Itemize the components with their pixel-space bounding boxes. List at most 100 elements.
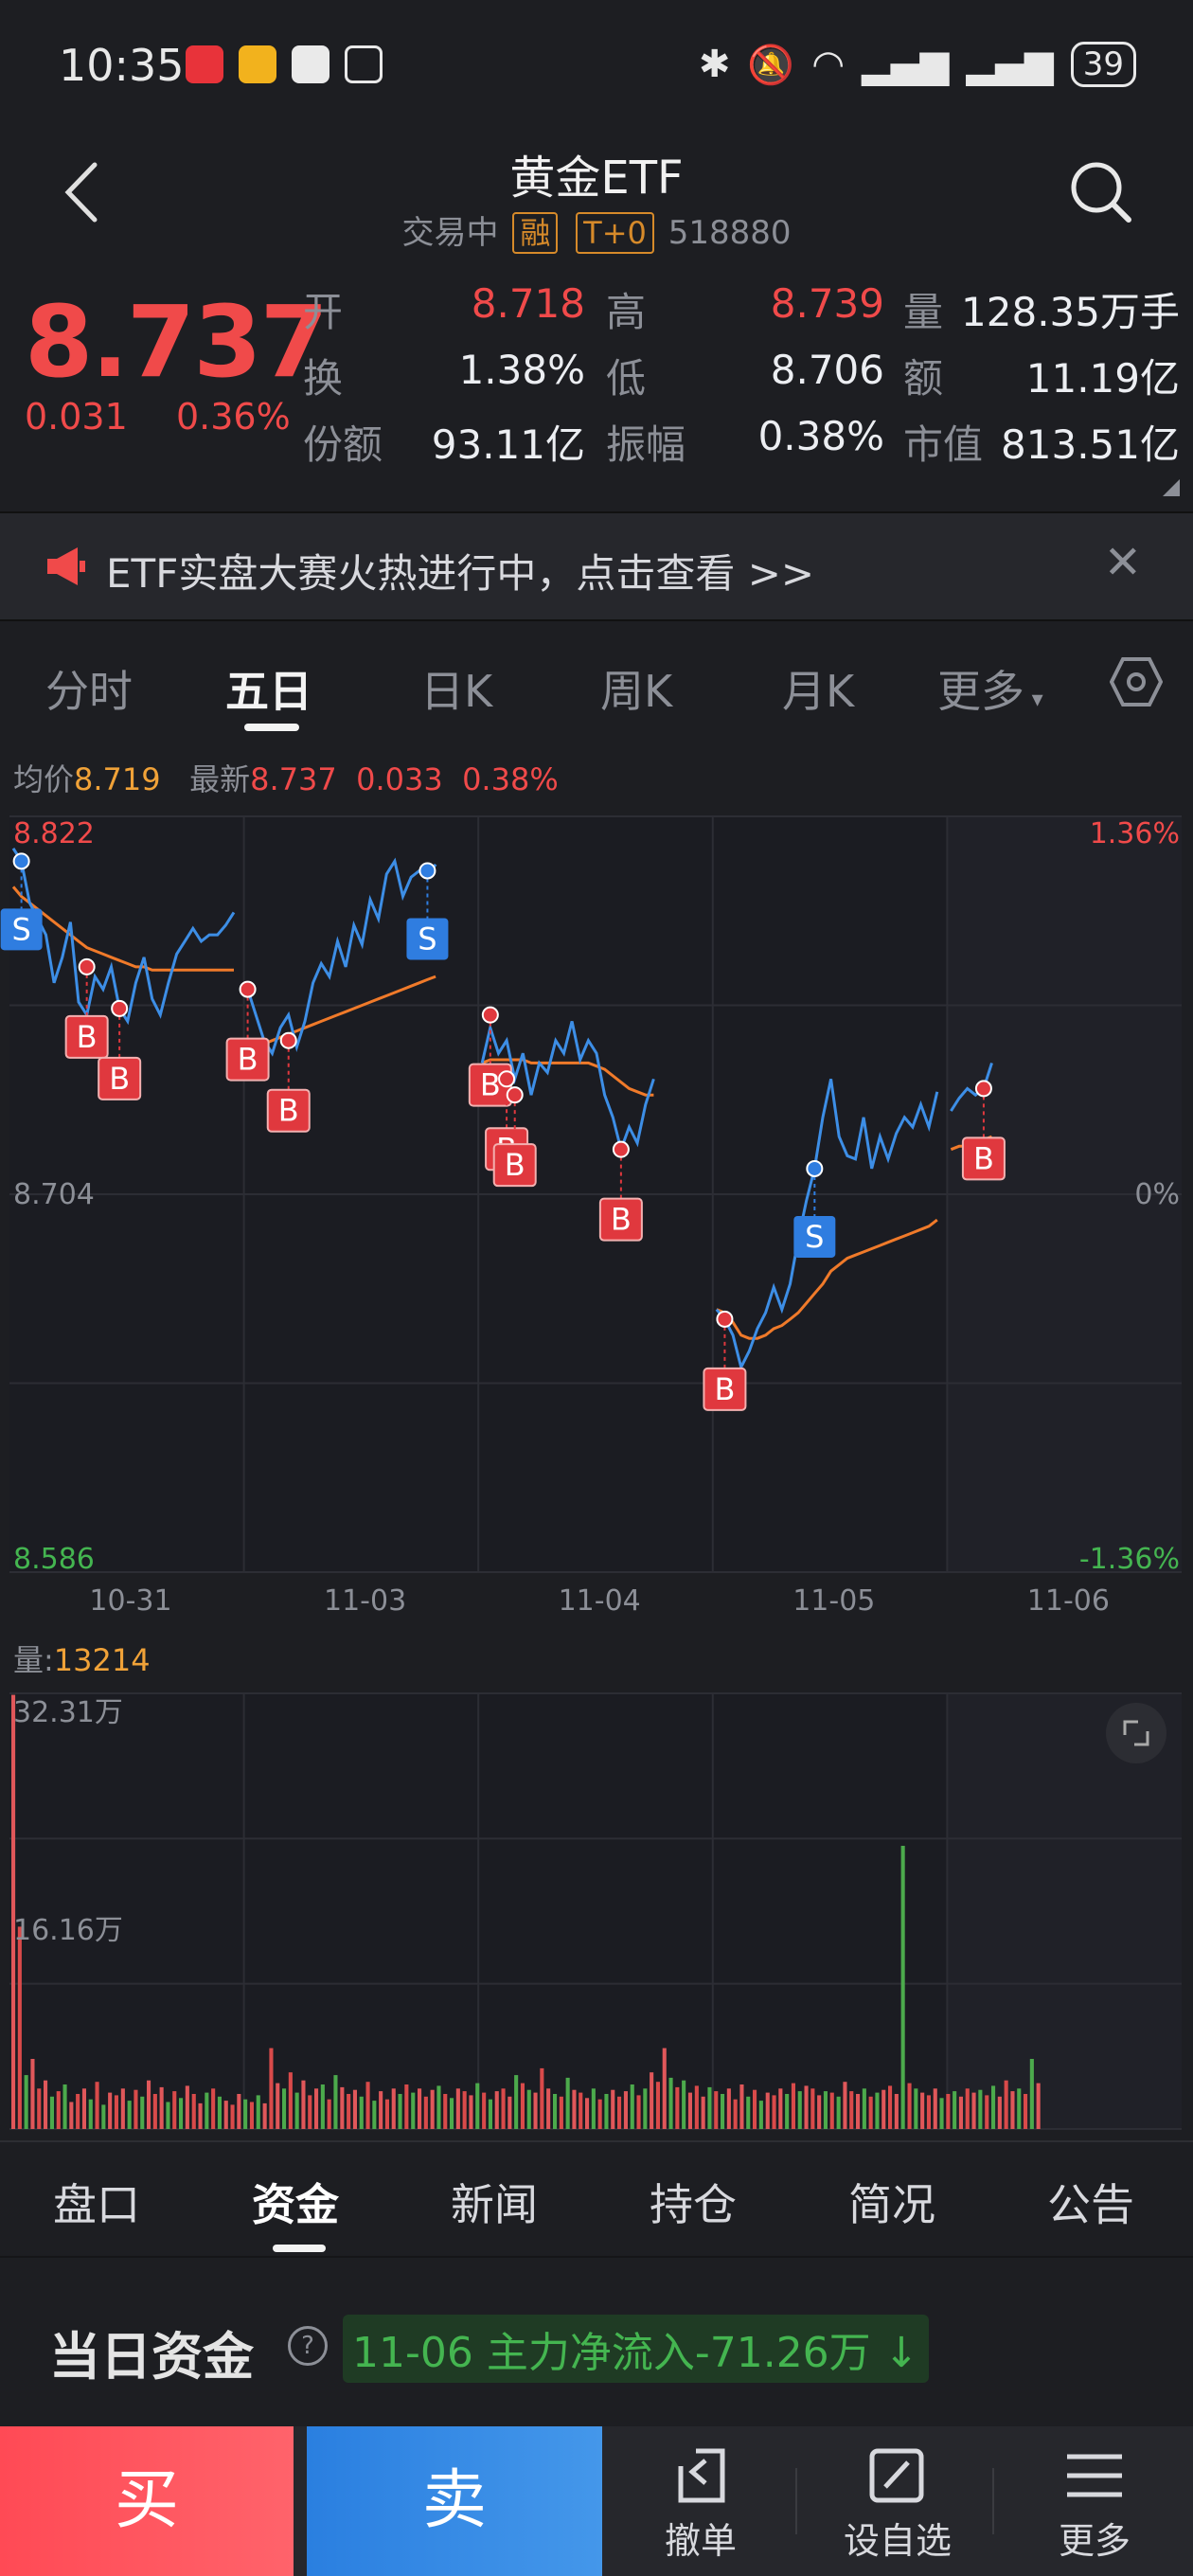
settings-hex-icon[interactable] (1110, 655, 1163, 708)
quote-field-label: 换 (303, 355, 344, 402)
volume-bar (694, 2085, 699, 2129)
volume-bar (11, 1694, 16, 2129)
x-axis-label: 11-04 (559, 1584, 641, 1618)
volume-bar (294, 2092, 299, 2129)
fullscreen-icon[interactable] (1106, 1703, 1166, 1763)
divider (795, 2468, 797, 2534)
volume-bar (314, 2088, 319, 2129)
promo-banner[interactable]: ETF实盘大赛火热进行中，点击查看 >> ✕ (0, 511, 1193, 621)
volume-bar (765, 2092, 770, 2129)
help-icon[interactable]: ? (288, 2326, 328, 2366)
volume-bar (411, 2092, 416, 2129)
volume-bar (205, 2092, 209, 2129)
quote-field-label: 低 (606, 355, 647, 402)
trade-marker-dot (111, 999, 129, 1017)
volume-bar (965, 2088, 970, 2129)
volume-bar (140, 2096, 145, 2129)
volume-bar (159, 2086, 164, 2129)
volume-bar (223, 2101, 228, 2129)
volume-bar (256, 2095, 260, 2129)
tab-daily-k[interactable]: 日K (420, 657, 492, 720)
edit-icon (869, 2448, 924, 2503)
volume-bar (430, 2089, 435, 2129)
volume-bar (475, 2083, 480, 2129)
volume-bar (450, 2098, 454, 2129)
volume-max-label: 32.31万 (13, 1696, 123, 1729)
volume-bar (191, 2094, 196, 2129)
tab-news[interactable]: 新闻 (451, 2171, 538, 2233)
buy-button[interactable]: 买 (0, 2426, 294, 2576)
volume-bar (276, 2083, 280, 2129)
trade-marker-dot (279, 1031, 297, 1049)
close-icon[interactable]: ✕ (1104, 536, 1142, 589)
volume-bar (875, 2092, 880, 2129)
expand-corner-icon[interactable] (1163, 479, 1180, 496)
volume-bar (643, 2088, 648, 2129)
tab-holdings[interactable]: 持仓 (650, 2171, 737, 2233)
tab-five-day[interactable]: 五日 (225, 657, 312, 720)
buy-marker-label: B (77, 1019, 98, 1055)
more-button[interactable]: 更多 (1019, 2445, 1170, 2564)
more-label: 更多 (1058, 2520, 1131, 2562)
tab-weekly-k[interactable]: 周K (600, 657, 672, 720)
tab-announcements[interactable]: 公告 (1047, 2171, 1134, 2233)
volume-bar (939, 2098, 944, 2129)
tab-more[interactable]: 更多 ▾ (937, 657, 1043, 720)
five-day-price-chart[interactable]: SBBBBSBBBBBSB8.8228.7048.5861.36%0%-1.36… (0, 814, 1193, 1619)
sell-button[interactable]: 卖 (307, 2426, 602, 2576)
volume-bar (881, 2089, 886, 2129)
volume-bar (1010, 2091, 1015, 2129)
tab-monthly-k[interactable]: 月K (782, 657, 854, 720)
volume-bar (520, 2083, 525, 2129)
volume-bar (76, 2094, 80, 2129)
volume-bar (823, 2091, 828, 2129)
volume-bar (507, 2096, 512, 2129)
latest-value: 8.737 (250, 761, 337, 797)
arrow-down-icon: ↓ (870, 2329, 919, 2377)
tab-profile[interactable]: 简况 (848, 2171, 935, 2233)
volume-bar (617, 2096, 622, 2129)
volume-bar (49, 2096, 54, 2129)
volume-bar (172, 2091, 177, 2129)
tab-intraday[interactable]: 分时 (45, 657, 133, 720)
volume-bar (501, 2088, 506, 2129)
quote-field-label: 量 (903, 289, 944, 335)
volume-bar (69, 2102, 74, 2129)
add-watchlist-button[interactable]: 设自选 (822, 2445, 973, 2564)
volume-bar (62, 2084, 67, 2129)
quote-field-value: 813.51亿 (1001, 421, 1180, 468)
tab-funds[interactable]: 资金 (252, 2171, 339, 2233)
quote-field-value: 8.739 (770, 280, 884, 327)
volume-bar (946, 2094, 951, 2129)
volume-bar (418, 2088, 422, 2129)
active-tab-indicator (244, 724, 299, 731)
volume-bar (95, 2082, 99, 2129)
security-code: 518880 (668, 214, 792, 252)
volume-chart[interactable]: 32.31万 16.16万 (0, 1676, 1193, 2131)
volume-bar (482, 2092, 487, 2129)
volume-bar (198, 2102, 203, 2129)
quote-field-label: 市值 (903, 421, 984, 468)
volume-bar (758, 2101, 763, 2129)
volume-bar (636, 2095, 641, 2129)
security-subtitle: 交易中 融 T+0 518880 (0, 206, 1193, 254)
volume-bar (179, 2098, 184, 2129)
buy-marker-label: B (714, 1371, 735, 1407)
volume-bar (701, 2096, 705, 2129)
sell-marker-label: S (805, 1219, 824, 1255)
volume-bar (134, 2089, 138, 2129)
volume-bar (836, 2096, 841, 2129)
volume-bar (687, 2092, 692, 2129)
volume-bar (24, 2075, 28, 2129)
volume-bar (30, 2059, 35, 2129)
volume-bar (739, 2084, 744, 2129)
detail-tabs: 盘口 资金 新闻 持仓 简况 公告 (0, 2140, 1193, 2256)
volume-bar (185, 2085, 189, 2129)
volume-bar (668, 2077, 673, 2129)
volume-bar (249, 2102, 254, 2129)
search-icon[interactable] (1068, 159, 1134, 225)
volume-bar (650, 2072, 654, 2129)
cancel-order-button[interactable]: 撤单 (625, 2445, 776, 2564)
volume-bar (804, 2085, 809, 2129)
tab-order-book[interactable]: 盘口 (53, 2171, 140, 2233)
